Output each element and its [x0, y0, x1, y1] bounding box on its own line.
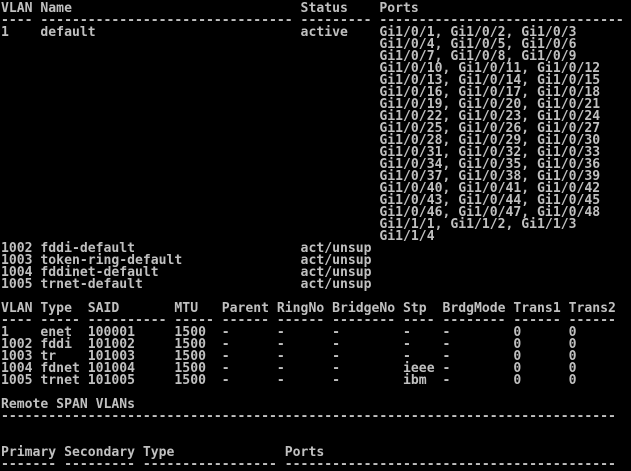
terminal-window[interactable]: VLAN Name Status Ports ---- ------------…: [0, 0, 631, 471]
vlan-row-1005: 1005 trnet-default act/unsup: [1, 277, 372, 292]
private-vlan-underline: ------- --------- ----------------- ----…: [1, 457, 616, 471]
remote-span-underline: ----------------------------------------…: [1, 409, 616, 424]
detail-row-1005: 1005 trnet 101005 1500 - - - ibm - 0 0: [1, 373, 577, 388]
